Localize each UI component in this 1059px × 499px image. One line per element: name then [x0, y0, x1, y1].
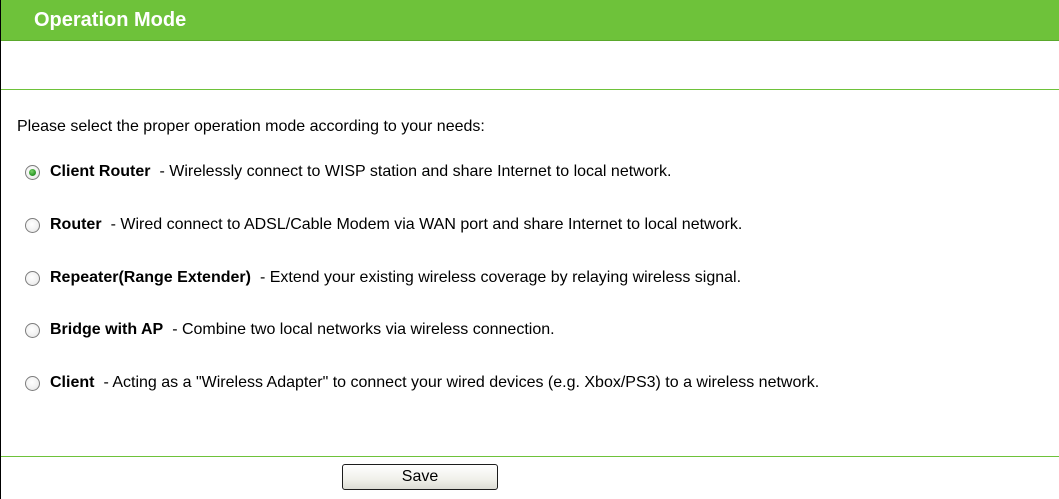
- option-client[interactable]: Client - Acting as a "Wireless Adapter" …: [25, 373, 819, 393]
- option-router-name: Router: [50, 216, 102, 233]
- option-router-description: - Wired connect to ADSL/Cable Modem via …: [110, 216, 743, 233]
- page-title: Operation Mode: [34, 9, 187, 31]
- option-bridge-with-ap-name: Bridge with AP: [50, 321, 164, 338]
- option-repeater-name: Repeater(Range Extender): [50, 269, 251, 286]
- radio-bridge-with-ap[interactable]: [25, 322, 40, 338]
- option-bridge-with-ap[interactable]: Bridge with AP - Combine two local netwo…: [25, 320, 555, 340]
- save-button[interactable]: Save: [342, 464, 498, 490]
- bottom-divider: [1, 456, 1059, 457]
- option-client-name: Client: [50, 374, 95, 391]
- option-client-router-description: - Wirelessly connect to WISP station and…: [159, 163, 672, 180]
- title-bar: Operation Mode: [1, 0, 1059, 41]
- intro-text: Please select the proper operation mode …: [17, 118, 485, 135]
- option-repeater[interactable]: Repeater(Range Extender) - Extend your e…: [25, 268, 741, 288]
- radio-client[interactable]: [25, 375, 40, 391]
- option-router[interactable]: Router - Wired connect to ADSL/Cable Mod…: [25, 215, 742, 235]
- option-client-router-name: Client Router: [50, 163, 151, 180]
- radio-client-router[interactable]: [25, 164, 40, 180]
- top-divider: [1, 89, 1059, 90]
- radio-repeater[interactable]: [25, 270, 40, 286]
- option-repeater-description: - Extend your existing wireless coverage…: [259, 269, 742, 286]
- operation-mode-panel: Operation Mode Please select the proper …: [0, 0, 1059, 499]
- option-client-description: - Acting as a "Wireless Adapter" to conn…: [103, 374, 820, 391]
- option-bridge-with-ap-description: - Combine two local networks via wireles…: [172, 321, 555, 338]
- option-client-router[interactable]: Client Router - Wirelessly connect to WI…: [25, 162, 671, 182]
- radio-router[interactable]: [25, 217, 40, 233]
